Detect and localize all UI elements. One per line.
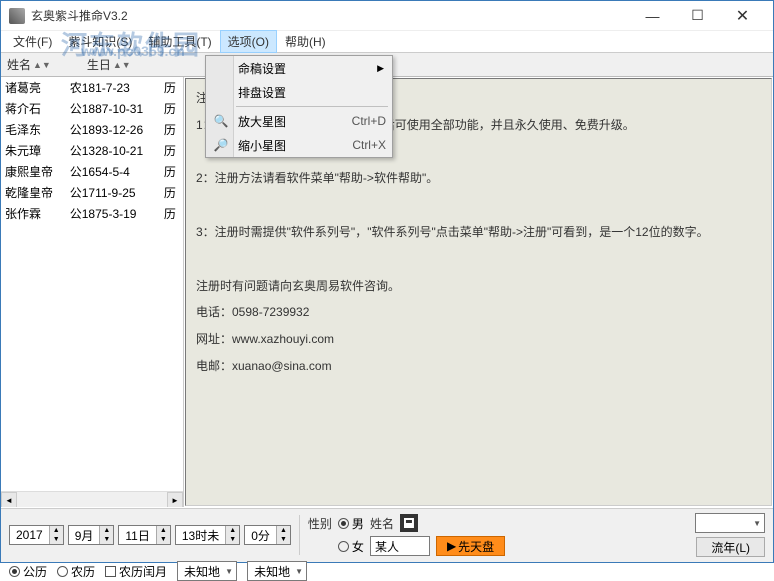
year-spinner[interactable]: 2017▲▼ bbox=[9, 525, 64, 545]
city-select[interactable]: 未知地 bbox=[247, 561, 307, 581]
table-row[interactable]: 诸葛亮农181-7-23历 bbox=[1, 77, 183, 98]
zoom-out-icon: 🔎 bbox=[212, 136, 230, 154]
menu-knowledge[interactable]: 紫斗知识(S) bbox=[60, 30, 140, 53]
menu-item[interactable]: 🔎缩小星图Ctrl+X bbox=[206, 133, 392, 157]
options-dropdown: 命稿设置▶排盘设置 🔍放大星图Ctrl+D🔎缩小星图Ctrl+X bbox=[205, 55, 393, 158]
content-line: 3：注册时需提供"软件系列号"，"软件系列号"点击菜单"帮助->注册"可看到，是… bbox=[196, 221, 761, 244]
sort-icon: ▲▼ bbox=[33, 60, 51, 70]
menu-item[interactable]: 🔍放大星图Ctrl+D bbox=[206, 109, 392, 133]
radio-male[interactable]: 男 bbox=[338, 515, 364, 532]
province-select[interactable]: 未知地 bbox=[177, 561, 237, 581]
day-spinner[interactable]: 11日▲▼ bbox=[118, 525, 170, 545]
scroll-right-icon[interactable]: ► bbox=[167, 492, 183, 507]
zoom-in-icon: 🔍 bbox=[212, 112, 230, 130]
hour-spinner[interactable]: 13时未▲▼ bbox=[175, 525, 240, 545]
people-list: 诸葛亮农181-7-23历蒋介石公1887-10-31历毛泽东公1893-12-… bbox=[1, 77, 184, 507]
sort-icon: ▲▼ bbox=[113, 60, 131, 70]
menu-file[interactable]: 文件(F) bbox=[5, 30, 60, 53]
horizontal-scrollbar[interactable]: ◄ ► bbox=[1, 491, 183, 507]
month-spinner[interactable]: 9月▲▼ bbox=[68, 525, 115, 545]
table-row[interactable]: 毛泽东公1893-12-26历 bbox=[1, 119, 183, 140]
menu-item[interactable]: 排盘设置 bbox=[206, 80, 392, 104]
menu-options[interactable]: 选项(O) bbox=[220, 30, 277, 53]
col-header-name[interactable]: 姓名▲▼ bbox=[7, 56, 51, 73]
save-icon[interactable] bbox=[400, 514, 418, 532]
menu-help[interactable]: 帮助(H) bbox=[277, 30, 334, 53]
content-line: 网址：www.xazhouyi.com bbox=[196, 328, 761, 351]
year-flow-button[interactable]: 流年(L) bbox=[696, 537, 765, 557]
radio-lunar[interactable]: 农历 bbox=[57, 563, 95, 580]
content-line: 2：注册方法请看软件菜单"帮助->软件帮助"。 bbox=[196, 167, 761, 190]
table-row[interactable]: 朱元璋公1328-10-21历 bbox=[1, 140, 183, 161]
radio-solar[interactable]: 公历 bbox=[9, 563, 47, 580]
content-line: 注册时有问题请向玄奥周易软件咨询。 bbox=[196, 275, 761, 298]
table-row[interactable]: 乾隆皇帝公1711-9-25历 bbox=[1, 182, 183, 203]
sex-label: 性别 bbox=[308, 515, 332, 532]
window-title: 玄奥紫斗推命V3.2 bbox=[31, 7, 128, 24]
name-input[interactable]: 某人 bbox=[370, 536, 430, 556]
checkbox-leap[interactable]: 农历闰月 bbox=[105, 563, 167, 580]
table-row[interactable]: 张作霖公1875-3-19历 bbox=[1, 203, 183, 224]
app-icon bbox=[9, 8, 25, 24]
content-line: 电话：0598-7239932 bbox=[196, 301, 761, 324]
maximize-button[interactable]: ☐ bbox=[675, 1, 720, 31]
minute-spinner[interactable]: 0分▲▼ bbox=[244, 525, 291, 545]
scroll-left-icon[interactable]: ◄ bbox=[1, 492, 17, 507]
table-row[interactable]: 康熙皇帝公1654-5-4历 bbox=[1, 161, 183, 182]
name-label: 姓名 bbox=[370, 515, 394, 532]
minimize-button[interactable]: — bbox=[630, 1, 675, 31]
chart-button[interactable]: ▶ 先天盘 bbox=[436, 536, 505, 556]
extra-select[interactable] bbox=[695, 513, 765, 533]
close-button[interactable]: ✕ bbox=[720, 1, 765, 31]
menu-tools[interactable]: 辅助工具(T) bbox=[140, 30, 219, 53]
table-row[interactable]: 蒋介石公1887-10-31历 bbox=[1, 98, 183, 119]
menu-item[interactable]: 命稿设置▶ bbox=[206, 56, 392, 80]
col-header-birthday[interactable]: 生日▲▼ bbox=[87, 56, 131, 73]
radio-female[interactable]: 女 bbox=[338, 538, 364, 555]
content-line: 电邮：xuanao@sina.com bbox=[196, 355, 761, 378]
